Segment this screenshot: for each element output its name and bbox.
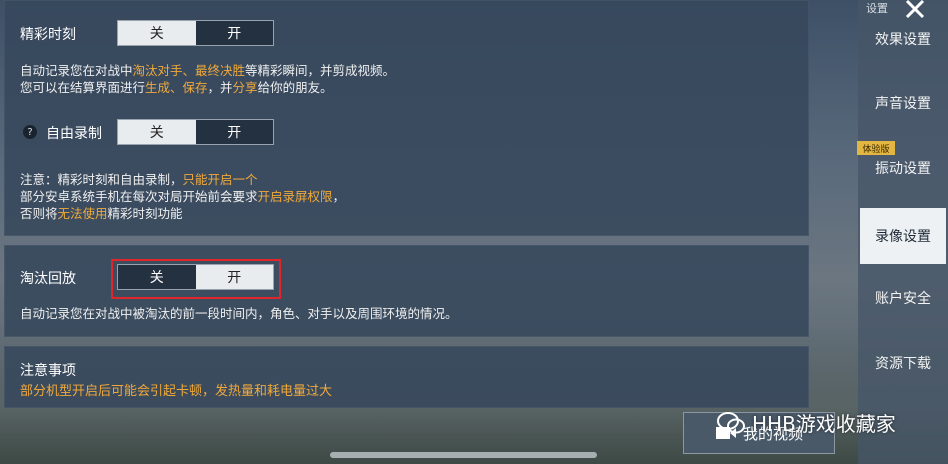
elimination-replay-description: 自动记录您在对战中被淘汰的前一段时间内，角色、对手以及周围环境的情况。: [20, 306, 458, 321]
highlight-moments-toggle[interactable]: 关 开: [117, 20, 274, 46]
notice-highlight: 开启录屏权限: [257, 189, 333, 204]
notice-text-part: ，: [332, 189, 346, 204]
notice-text: 注意：精彩时刻和自由录制，只能开启一个 部分安卓系统手机在每次对局开始前会要求开…: [20, 171, 345, 222]
toggle-off-option[interactable]: 关: [118, 21, 196, 45]
sidebar-item-vibration[interactable]: 振动设置: [858, 140, 948, 196]
highlight-moments-label: 精彩时刻: [20, 27, 76, 43]
desc-text: 您可以在结算界面进行: [20, 80, 146, 95]
notice-text-part: 部分安卓系统手机在每次对局开始前会要求: [20, 189, 258, 204]
notice-highlight: 无法使用: [57, 206, 108, 221]
sidebar-item-recording[interactable]: 录像设置: [860, 208, 946, 264]
elimination-replay-label: 淘汰回放: [20, 271, 76, 287]
highlight-description: 自动记录您在对战中淘汰对手、最终决胜等精彩瞬间，并剪成视频。 您可以在结算界面进…: [20, 62, 395, 96]
question-icon[interactable]: ?: [23, 125, 37, 139]
toggle-on-option[interactable]: 开: [195, 120, 273, 144]
watermark: HHB游戏收藏家: [716, 408, 896, 437]
desc-text: 给你的朋友。: [257, 80, 333, 95]
toggle-on-option[interactable]: 开: [195, 21, 273, 45]
highlight-annotation-box: [111, 259, 281, 299]
desc-highlight: 分享: [232, 80, 258, 95]
notice-highlight: 只能开启一个: [182, 172, 258, 187]
desc-highlight: 淘汰对手、最终决胜: [132, 63, 246, 78]
notice-text-part: 否则将: [20, 206, 58, 221]
desc-text: ，并: [207, 80, 233, 95]
desc-text: 等精彩瞬间，并剪成视频。: [245, 63, 396, 78]
free-record-label: 自由录制: [46, 126, 102, 142]
free-record-toggle[interactable]: 关 开: [117, 119, 274, 145]
sidebar-item-sound[interactable]: 声音设置: [858, 75, 948, 131]
notice-text-part: 注意：精彩时刻和自由录制，: [20, 172, 183, 187]
wechat-icon: [717, 411, 745, 433]
precautions-title: 注意事项: [20, 363, 76, 379]
notice-text-part: 精彩时刻功能: [107, 206, 183, 221]
precautions-warning: 部分机型开启后可能会引起卡顿，发热量和耗电量过大: [20, 384, 333, 399]
desc-text: 自动记录您在对战中: [20, 63, 133, 78]
watermark-text: HHB游戏收藏家: [752, 412, 896, 436]
toggle-off-option[interactable]: 关: [118, 120, 196, 144]
scroll-indicator[interactable]: [330, 452, 597, 458]
desc-highlight: 生成、保存: [145, 80, 208, 95]
sidebar-item-account-security[interactable]: 账户安全: [858, 270, 948, 326]
sidebar-item-effects[interactable]: 效果设置: [858, 11, 948, 67]
sidebar-item-resource-download[interactable]: 资源下载: [858, 335, 948, 391]
